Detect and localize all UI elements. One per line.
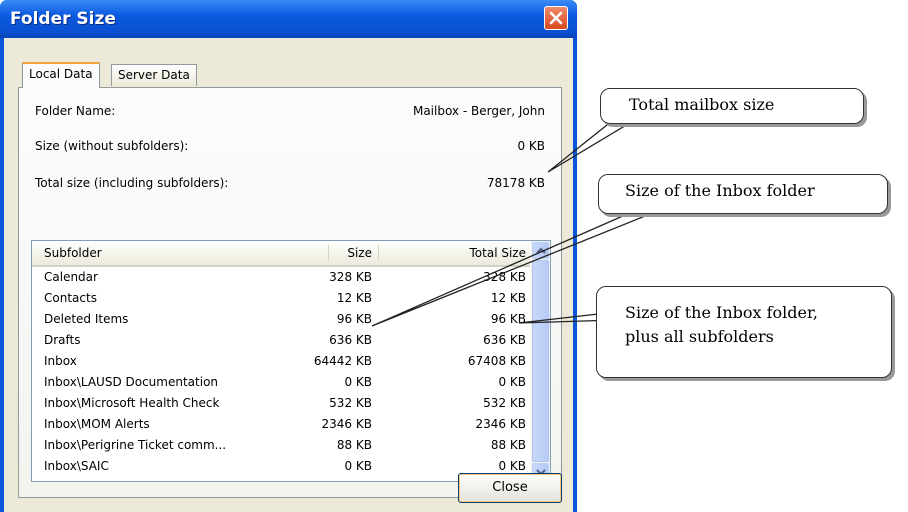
row-size: 0 KB <box>344 375 372 389</box>
callout-text: Total mailbox size <box>629 95 775 114</box>
folder-name-value: Mailbox - Berger, John <box>412 104 545 118</box>
row-size: 0 KB <box>344 459 372 473</box>
callout-inbox-plus-subfolders: Size of the Inbox folder, plus all subfo… <box>596 286 892 378</box>
row-size: 64442 KB <box>313 354 372 368</box>
table-row[interactable]: Contacts 12 KB 12 KB <box>32 289 530 310</box>
chevron-up-icon[interactable] <box>532 242 549 259</box>
column-header-total-size[interactable]: Total Size <box>470 246 526 260</box>
row-total-size: 88 KB <box>490 438 526 452</box>
row-size: 12 KB <box>336 291 372 305</box>
row-total-size: 532 KB <box>483 396 526 410</box>
folder-name-label: Folder Name: <box>35 104 116 118</box>
row-total-size: 67408 KB <box>467 354 526 368</box>
close-button[interactable]: Close <box>458 473 562 503</box>
column-header-size[interactable]: Size <box>347 246 372 260</box>
size-label: Size (without subfolders): <box>35 139 189 153</box>
table-row[interactable]: Inbox\Perigrine Ticket comm... 88 KB 88 KB <box>32 436 530 457</box>
tab-server-data[interactable]: Server Data <box>111 64 197 86</box>
row-size: 2346 KB <box>321 417 372 431</box>
callout-total-mailbox: Total mailbox size <box>600 88 864 124</box>
column-divider[interactable] <box>328 245 329 261</box>
table-row[interactable]: Inbox\SAIC 0 KB 0 KB <box>32 457 530 478</box>
row-subfolder-name: Inbox\Microsoft Health Check <box>44 396 220 410</box>
dialog-body: Local Data Server Data Folder Name: Mail… <box>4 38 573 512</box>
row-subfolder-name: Inbox\MOM Alerts <box>44 417 150 431</box>
callout-inbox-size: Size of the Inbox folder <box>598 174 888 214</box>
title-bar[interactable]: Folder Size <box>0 0 577 38</box>
row-total-size: 96 KB <box>490 312 526 326</box>
row-size: 532 KB <box>329 396 372 410</box>
row-subfolder-name: Inbox\SAIC <box>44 459 109 473</box>
table-row[interactable]: Deleted Items 96 KB 96 KB <box>32 310 530 331</box>
row-total-size: 2346 KB <box>475 417 526 431</box>
subfolder-list[interactable]: Subfolder Size Total Size Calendar 328 KB… <box>31 240 551 482</box>
size-value: 0 KB <box>517 139 545 153</box>
row-size: 636 KB <box>329 333 372 347</box>
callout-text-line-2: plus all subfolders <box>625 327 774 346</box>
row-total-size: 12 KB <box>490 291 526 305</box>
tab-local-data[interactable]: Local Data <box>22 62 100 88</box>
table-row[interactable]: Inbox 64442 KB 67408 KB <box>32 352 530 373</box>
column-divider[interactable] <box>378 245 379 261</box>
callout-text-line-1: Size of the Inbox folder, <box>625 303 818 322</box>
table-row[interactable]: Inbox\LAUSD Documentation 0 KB 0 KB <box>32 373 530 394</box>
total-size-value: 78178 KB <box>486 176 545 190</box>
total-size-label: Total size (including subfolders): <box>35 176 229 190</box>
row-size: 96 KB <box>336 312 372 326</box>
row-subfolder-name: Inbox <box>44 354 77 368</box>
table-row[interactable]: Calendar 328 KB 328 KB <box>32 268 530 289</box>
table-row[interactable]: Drafts 636 KB 636 KB <box>32 331 530 352</box>
row-total-size: 0 KB <box>498 375 526 389</box>
row-total-size: 328 KB <box>483 270 526 284</box>
callout-text: Size of the Inbox folder <box>625 181 815 200</box>
row-total-size: 0 KB <box>498 459 526 473</box>
scrollbar-thumb[interactable] <box>532 260 549 462</box>
row-total-size: 636 KB <box>483 333 526 347</box>
folder-size-dialog: Folder Size Local Data Server Data Folde… <box>0 0 577 512</box>
row-size: 88 KB <box>336 438 372 452</box>
vertical-scrollbar[interactable] <box>531 241 550 481</box>
table-row[interactable]: Inbox\Microsoft Health Check 532 KB 532 KB <box>32 394 530 415</box>
row-size: 328 KB <box>329 270 372 284</box>
row-subfolder-name: Contacts <box>44 291 97 305</box>
list-rows: Calendar 328 KB 328 KB Contacts 12 KB 12 KB De… <box>32 268 530 478</box>
row-subfolder-name: Deleted Items <box>44 312 129 326</box>
column-header-subfolder[interactable]: Subfolder <box>44 246 102 260</box>
row-subfolder-name: Calendar <box>44 270 98 284</box>
tab-panel-local-data: Folder Name: Mailbox - Berger, John Size… <box>18 87 562 498</box>
row-subfolder-name: Inbox\Perigrine Ticket comm... <box>44 438 227 452</box>
close-icon[interactable] <box>544 6 568 30</box>
table-row[interactable]: Inbox\MOM Alerts 2346 KB 2346 KB <box>32 415 530 436</box>
window-title: Folder Size <box>10 9 116 29</box>
row-subfolder-name: Inbox\LAUSD Documentation <box>44 375 219 389</box>
row-subfolder-name: Drafts <box>44 333 81 347</box>
list-header: Subfolder Size Total Size <box>32 241 530 267</box>
